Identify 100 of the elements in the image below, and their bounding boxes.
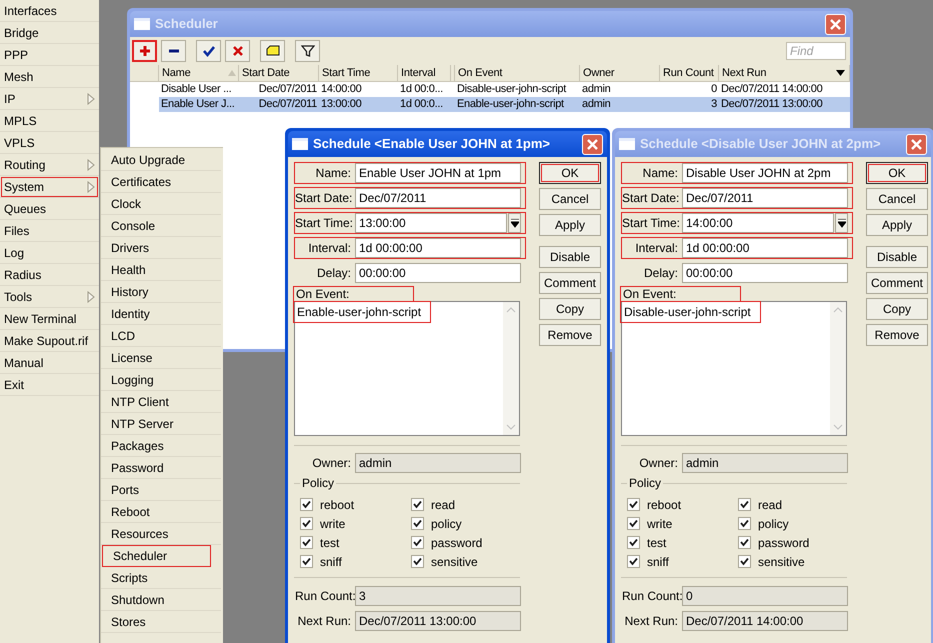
checkbox[interactable] [411,555,424,568]
menu-item[interactable]: IP [0,88,99,110]
column-header[interactable]: Start Date [239,65,319,81]
submenu-item[interactable]: Auto Upgrade [101,149,221,171]
menu-item[interactable]: Routing [0,154,99,176]
checkbox[interactable] [738,517,751,530]
column-header[interactable]: Name [159,65,239,81]
close-button[interactable] [906,134,927,154]
column-header[interactable]: On Event [455,65,580,81]
dialog-button[interactable]: Apply [866,214,928,236]
menu-item[interactable]: Files [0,220,99,242]
submenu-item[interactable]: NTP Server [101,413,221,435]
checkbox[interactable] [300,536,313,549]
checkbox[interactable] [738,498,751,511]
menu-item[interactable]: MPLS [0,110,99,132]
table-row[interactable]: Enable User J... Dec/07/2011 13:00:00 1d 00:0... Enable-user-john-script admin 3 Dec/07/2011 13:00:00 [159,97,850,112]
menu-item[interactable]: Mesh [0,66,99,88]
menu-item[interactable]: Bridge [0,22,99,44]
input-field[interactable]: 00:00:00 [355,263,521,283]
find-field[interactable]: Find [786,42,846,60]
dropdown-button[interactable] [835,213,848,233]
dialog-button[interactable]: Remove [866,324,928,346]
submenu-item[interactable]: License [101,347,221,369]
input-field[interactable]: Disable User JOHN at 2pm [682,163,848,183]
submenu-item[interactable]: Identity [101,303,221,325]
input-field[interactable]: Dec/07/2011 [682,188,848,208]
submenu-item[interactable]: Scheduler [102,545,211,567]
submenu-item[interactable]: Console [101,215,221,237]
toolbar-button[interactable] [196,40,221,62]
submenu-item[interactable]: Scripts [101,567,221,589]
menu-item[interactable]: Queues [0,198,99,220]
submenu-item[interactable]: Logging [101,369,221,391]
column-header[interactable]: Run Count [660,65,719,81]
checkbox[interactable] [627,517,640,530]
script-field[interactable]: Disable-user-john-script [621,301,847,436]
checkbox[interactable] [300,555,313,568]
dialog-button[interactable]: Apply [539,214,601,236]
submenu-item[interactable]: Clock [101,193,221,215]
menu-item[interactable]: Make Supout.rif [0,330,99,352]
input-field[interactable]: 1d 00:00:00 [682,238,848,258]
menu-item[interactable]: System [0,176,99,198]
submenu-item[interactable]: Certificates [101,171,221,193]
checkbox[interactable] [300,498,313,511]
toolbar-button[interactable] [295,40,320,62]
input-field[interactable]: Dec/07/2011 [355,188,521,208]
dialog-button[interactable]: Comment [539,272,601,294]
menu-item[interactable]: Interfaces [0,0,99,22]
checkbox[interactable] [411,498,424,511]
toolbar-button[interactable] [260,40,285,62]
toolbar-button[interactable] [161,40,186,62]
submenu-item[interactable]: History [101,281,221,303]
checkbox[interactable] [300,517,313,530]
submenu-item[interactable]: Password [101,457,221,479]
checkbox[interactable] [411,517,424,530]
close-button[interactable] [582,134,603,154]
column-header[interactable]: Owner [580,65,660,81]
menu-item[interactable]: Tools [0,286,99,308]
menu-item[interactable]: Log [0,242,99,264]
input-field[interactable]: 00:00:00 [682,263,848,283]
dialog-button[interactable]: Copy [539,298,601,320]
submenu-item[interactable]: Shutdown [101,589,221,611]
dialog-button[interactable]: Disable [539,246,601,268]
column-header[interactable]: Next Run [719,65,850,81]
dialog-button[interactable]: Copy [866,298,928,320]
menu-item[interactable]: Manual [0,352,99,374]
menu-item[interactable]: New Terminal [0,308,99,330]
dialog-button[interactable]: Remove [539,324,601,346]
submenu-item[interactable]: NTP Client [101,391,221,413]
checkbox[interactable] [627,555,640,568]
submenu-item[interactable]: Ports [101,479,221,501]
dialog-button[interactable]: OK [866,162,928,184]
submenu-item[interactable]: Reboot [101,501,221,523]
dropdown-button[interactable] [508,213,521,233]
column-header[interactable]: Interval [398,65,451,81]
input-field[interactable]: 1d 00:00:00 [355,238,521,258]
submenu-item[interactable]: Drivers [101,237,221,259]
dialog-button[interactable]: OK [539,162,601,184]
dialog-button[interactable]: Disable [866,246,928,268]
checkbox[interactable] [411,536,424,549]
input-field[interactable]: 13:00:00 [355,213,507,233]
submenu-item[interactable]: LCD [101,325,221,347]
checkbox[interactable] [627,498,640,511]
submenu-item[interactable]: Packages [101,435,221,457]
dialog-button[interactable]: Comment [866,272,928,294]
checkbox[interactable] [738,536,751,549]
menu-item[interactable]: Exit [0,374,99,396]
dropdown-arrow-icon[interactable] [836,70,845,76]
column-header[interactable]: Start Time [319,65,398,81]
close-button[interactable] [825,14,846,34]
input-field[interactable]: 14:00:00 [682,213,834,233]
menu-item[interactable]: PPP [0,44,99,66]
submenu-item[interactable]: Resources [101,523,221,545]
checkbox[interactable] [738,555,751,568]
submenu-item[interactable]: Stores [101,611,221,633]
script-field[interactable]: Enable-user-john-script [294,301,520,436]
submenu-item[interactable]: Health [101,259,221,281]
dialog-button[interactable]: Cancel [866,188,928,210]
menu-item[interactable]: VPLS [0,132,99,154]
dialog-button[interactable]: Cancel [539,188,601,210]
checkbox[interactable] [627,536,640,549]
